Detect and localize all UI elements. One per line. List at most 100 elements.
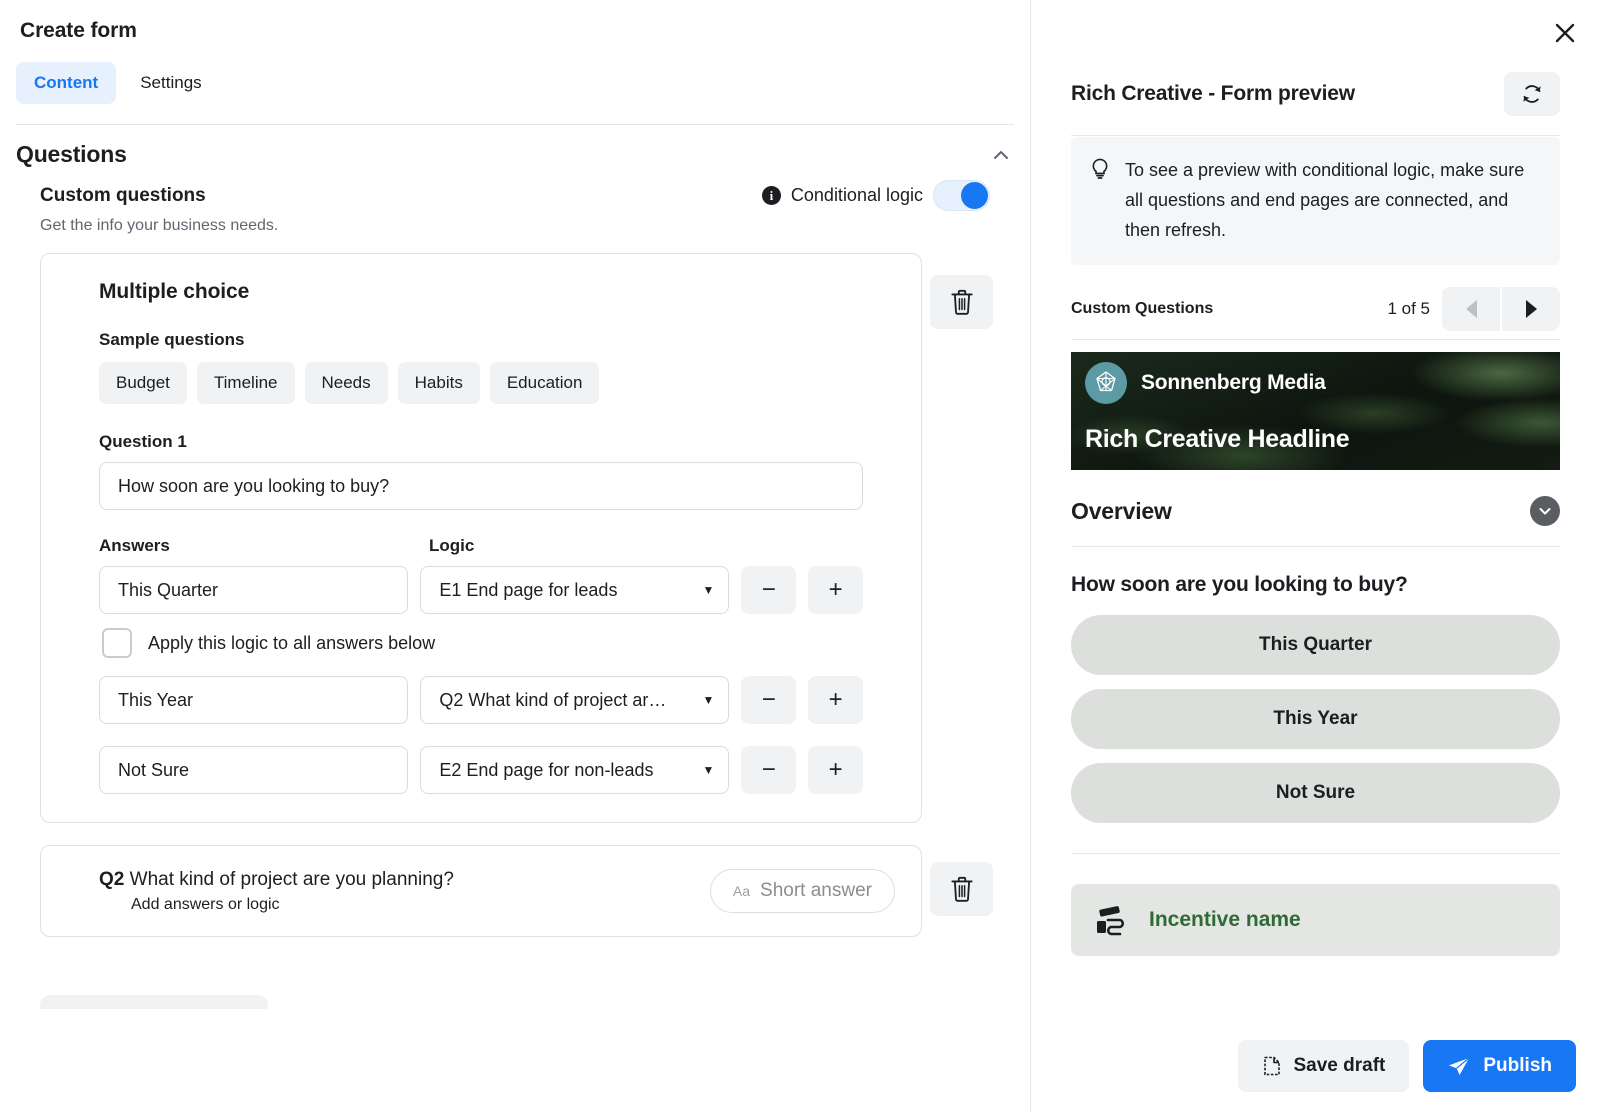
refresh-icon — [1523, 85, 1541, 103]
chevron-up-glyph — [994, 150, 1008, 159]
answer-row: This Quarter E1 End page for leads ▼ − + — [99, 566, 863, 614]
info-icon[interactable]: i — [761, 186, 781, 205]
trash-icon — [950, 289, 973, 315]
page-title: Create form — [20, 19, 137, 42]
question-2-card[interactable]: Q2 What kind of project are you planning… — [40, 845, 922, 937]
answers-logic-header: Answers Logic — [99, 536, 863, 556]
logic-select-3[interactable]: E2 End page for non-leads ▼ — [420, 746, 730, 794]
create-form-dialog: Create form Content Settings Questions C… — [0, 0, 1600, 1112]
preview-answer-option[interactable]: This Year — [1071, 689, 1560, 749]
chip-habits[interactable]: Habits — [397, 362, 480, 404]
overview-row: Overview — [1071, 496, 1560, 547]
text-format-icon: Aa — [732, 883, 751, 899]
paper-plane-icon — [1449, 1057, 1470, 1075]
preview-answer-list: This Quarter This Year Not Sure — [1071, 615, 1560, 823]
next-question-button[interactable] — [1502, 287, 1560, 331]
remove-answer-2-button[interactable]: − — [741, 676, 797, 724]
chevron-down-icon: ▼ — [702, 763, 715, 777]
triangle-left-icon — [1465, 300, 1477, 318]
refresh-preview-button[interactable] — [1504, 72, 1560, 116]
document-icon — [1263, 1056, 1280, 1076]
pager-buttons — [1442, 287, 1560, 331]
remove-answer-1-button[interactable]: − — [741, 566, 797, 614]
conditional-logic-toggle[interactable] — [933, 180, 990, 211]
toggle-knob — [961, 182, 988, 209]
incentive-name-label: Incentive name — [1149, 908, 1301, 931]
preview-divider — [1071, 853, 1560, 854]
chevron-down-icon[interactable] — [1530, 496, 1560, 526]
question-2-label: What kind of project are you planning? — [129, 868, 454, 890]
previous-question-button[interactable] — [1442, 287, 1500, 331]
logic-select-2-value: Q2 What kind of project ar… — [439, 689, 667, 710]
answer-type-pill[interactable]: Aa Short answer — [709, 869, 895, 913]
preview-tip-text: To see a preview with conditional logic,… — [1125, 160, 1525, 240]
answer-input-2[interactable]: This Year — [99, 676, 409, 724]
preview-answer-option[interactable]: This Quarter — [1071, 615, 1560, 675]
answer-input-3[interactable]: Not Sure — [99, 746, 409, 794]
creative-headline: Rich Creative Headline — [1085, 425, 1350, 453]
creative-hero: Sonnenberg Media Rich Creative Headline — [1071, 352, 1560, 470]
chevron-up-icon[interactable] — [988, 142, 1014, 168]
answer-input-1[interactable]: This Quarter — [99, 566, 409, 614]
questions-heading: Questions — [16, 141, 127, 167]
apply-logic-row: Apply this logic to all answers below — [99, 628, 863, 658]
preview-answer-option[interactable]: Not Sure — [1071, 763, 1560, 823]
apply-logic-checkbox[interactable] — [102, 628, 132, 658]
preview-title: Rich Creative - Form preview — [1071, 82, 1355, 105]
dialog-footer: Save draft Publish — [1237, 1040, 1576, 1092]
preview-pager-count: 1 of 5 — [1387, 299, 1430, 318]
chevron-down-icon: ▼ — [702, 693, 715, 707]
sonnenberg-logo-icon — [1085, 362, 1127, 404]
preview-pager-controls: 1 of 5 — [1387, 287, 1560, 331]
custom-questions-header: Custom questions i Conditional logic Get… — [0, 176, 1030, 235]
incentive-icon — [1097, 906, 1124, 936]
answer-type-label: Short answer — [760, 880, 872, 901]
delete-question-2-button[interactable] — [930, 862, 993, 916]
tab-settings[interactable]: Settings — [122, 62, 219, 104]
question-type-title: Multiple choice — [99, 280, 250, 303]
conditional-logic-control: i Conditional logic — [761, 180, 990, 211]
logic-select-1[interactable]: E1 End page for leads ▼ — [420, 566, 730, 614]
conditional-logic-label: Conditional logic — [790, 185, 923, 205]
overview-label: Overview — [1071, 497, 1172, 524]
answer-row: Not Sure E2 End page for non-leads ▼ − + — [99, 746, 863, 794]
brand-name: Sonnenberg Media — [1141, 371, 1326, 394]
sample-questions-label: Sample questions — [99, 330, 245, 349]
chip-education[interactable]: Education — [489, 362, 600, 404]
chevron-down-icon: ▼ — [702, 583, 715, 597]
trash-icon — [950, 876, 973, 902]
preview-pager: Custom Questions 1 of 5 — [1071, 287, 1560, 340]
logic-select-1-value: E1 End page for leads — [439, 579, 618, 600]
question-1-input[interactable]: How soon are you looking to buy? — [99, 462, 863, 510]
question-card: Multiple choice Sample questions Budget … — [40, 253, 922, 823]
chip-budget[interactable]: Budget — [99, 362, 187, 404]
close-icon[interactable] — [1548, 16, 1582, 50]
delete-question-button[interactable] — [930, 275, 993, 329]
next-question-card-peek — [40, 995, 268, 1009]
remove-answer-3-button[interactable]: − — [741, 746, 797, 794]
tab-content[interactable]: Content — [16, 62, 117, 104]
chip-needs[interactable]: Needs — [304, 362, 388, 404]
logic-column-header: Logic — [429, 536, 475, 555]
triangle-right-icon — [1525, 300, 1537, 318]
add-answer-3-button[interactable]: + — [808, 746, 863, 794]
answers-column-header: Answers — [99, 536, 170, 555]
chip-timeline[interactable]: Timeline — [196, 362, 295, 404]
answer-row: This Year Q2 What kind of project ar… ▼ … — [99, 676, 863, 724]
incentive-banner: Incentive name — [1071, 884, 1560, 956]
tab-bar: Content Settings — [0, 62, 1030, 124]
sample-question-chips: Budget Timeline Needs Habits Education — [99, 362, 863, 404]
questions-section-header: Questions — [0, 125, 1030, 176]
add-answer-1-button[interactable]: + — [808, 566, 863, 614]
logic-select-2[interactable]: Q2 What kind of project ar… ▼ — [420, 676, 730, 724]
apply-logic-label: Apply this logic to all answers below — [148, 632, 436, 653]
dialog-title-bar: Create form — [0, 0, 1030, 62]
preview-header: Rich Creative - Form preview — [1071, 0, 1560, 116]
publish-button[interactable]: Publish — [1423, 1040, 1576, 1092]
brand-row: Sonnenberg Media — [1085, 362, 1326, 404]
save-draft-button[interactable]: Save draft — [1237, 1040, 1410, 1092]
question-2-text-block: Q2 What kind of project are you planning… — [99, 869, 454, 914]
publish-label: Publish — [1483, 1055, 1552, 1076]
question-2-wrapper: Q2 What kind of project are you planning… — [0, 845, 1030, 937]
add-answer-2-button[interactable]: + — [808, 676, 863, 724]
